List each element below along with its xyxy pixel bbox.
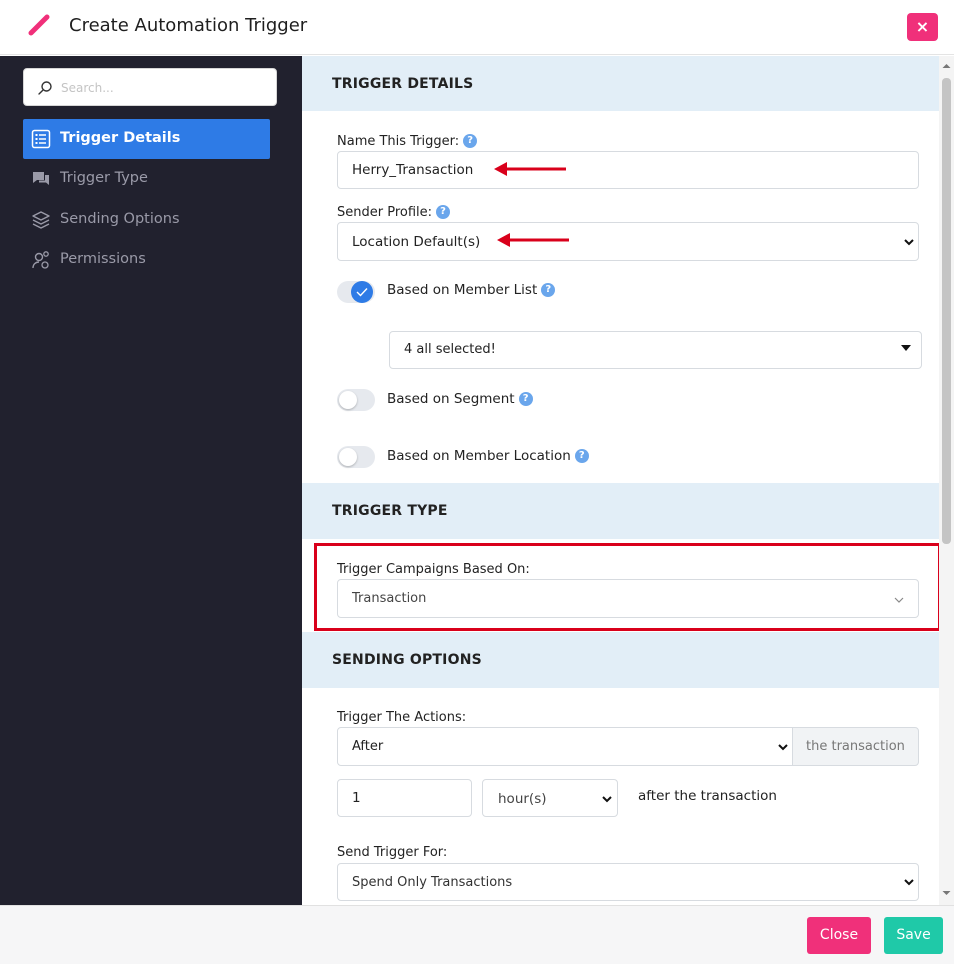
trigger-actions-label: Trigger The Actions: (337, 710, 467, 725)
search-icon (38, 81, 52, 95)
sidebar-item-label: Trigger Details (60, 130, 181, 146)
section-heading: TRIGGER TYPE (332, 503, 448, 519)
delay-suffix-text: after the transaction (638, 788, 777, 804)
sidebar-item-trigger-details[interactable]: Trigger Details (23, 119, 270, 159)
pencil-icon (28, 14, 50, 36)
help-icon[interactable]: ? (541, 283, 556, 297)
section-heading: SENDING OPTIONS (332, 652, 482, 668)
trigger-actions-addon: the transaction (792, 727, 919, 766)
layers-icon (32, 211, 50, 229)
help-icon[interactable]: ? (574, 449, 589, 463)
send-trigger-for-select[interactable]: Spend Only Transactions (337, 863, 919, 901)
sender-label: Sender Profile:? (337, 205, 451, 220)
main-content: TRIGGER DETAILS Name This Trigger:? Herr… (302, 56, 954, 905)
modal-footer: Close Save (0, 905, 954, 964)
send-trigger-for-label: Send Trigger For: (337, 845, 448, 860)
scroll-down-icon[interactable] (942, 889, 951, 897)
caret-down-icon (901, 345, 911, 351)
main-scrollbar[interactable] (939, 56, 954, 905)
save-button[interactable]: Save (884, 917, 943, 954)
sidebar-search[interactable] (23, 68, 277, 106)
trigger-actions-select[interactable]: After (337, 727, 793, 766)
close-button[interactable]: Close (807, 917, 871, 954)
member-list-select[interactable]: 4 all selected! (389, 331, 922, 369)
member-list-label: Based on Member List? (387, 282, 556, 298)
check-icon (351, 281, 373, 303)
arrow-annotation-icon (497, 233, 569, 247)
sidebar-item-label: Trigger Type (60, 170, 148, 186)
sidebar: Trigger Details Trigger Type Sending Opt… (0, 56, 302, 905)
sidebar-item-trigger-type[interactable]: Trigger Type (23, 159, 270, 199)
chevron-down-icon (602, 796, 612, 803)
section-trigger-type: TRIGGER TYPE (302, 483, 939, 539)
modal-header: Create Automation Trigger × (0, 0, 954, 55)
modal-title: Create Automation Trigger (69, 15, 308, 36)
list-icon (31, 129, 51, 149)
chevron-down-icon (904, 239, 914, 246)
sidebar-item-permissions[interactable]: Permissions (23, 240, 270, 280)
segment-label: Based on Segment? (387, 391, 533, 407)
help-icon[interactable]: ? (463, 134, 478, 148)
segment-toggle[interactable] (337, 389, 375, 411)
arrow-annotation-icon (494, 162, 566, 176)
search-input[interactable] (61, 78, 261, 98)
chat-icon (33, 172, 49, 185)
user-gear-icon (32, 251, 49, 269)
chevron-down-icon (778, 744, 788, 751)
sidebar-item-label: Permissions (60, 251, 146, 267)
close-x-button[interactable]: × (907, 13, 938, 41)
section-trigger-details: TRIGGER DETAILS (302, 56, 939, 111)
sidebar-item-sending-options[interactable]: Sending Options (23, 200, 270, 240)
sender-profile-select[interactable]: Location Default(s) (337, 222, 919, 261)
member-location-toggle[interactable] (337, 446, 375, 468)
chevron-down-icon (904, 879, 914, 886)
help-icon[interactable]: ? (518, 392, 533, 406)
scroll-up-icon[interactable] (942, 62, 951, 70)
trigger-name-input[interactable]: Herry_Transaction (337, 151, 919, 189)
member-list-toggle[interactable] (337, 281, 375, 303)
highlight-annotation-box (314, 543, 941, 631)
scroll-thumb[interactable] (942, 78, 951, 544)
help-icon[interactable]: ? (436, 205, 451, 219)
delay-unit-select[interactable]: hour(s) (482, 779, 618, 817)
section-heading: TRIGGER DETAILS (332, 76, 474, 92)
sidebar-item-label: Sending Options (60, 211, 180, 227)
section-sending-options: SENDING OPTIONS (302, 632, 939, 688)
member-location-label: Based on Member Location? (387, 448, 589, 464)
name-label: Name This Trigger:? (337, 134, 478, 149)
delay-amount-input[interactable]: 1 (337, 779, 472, 817)
